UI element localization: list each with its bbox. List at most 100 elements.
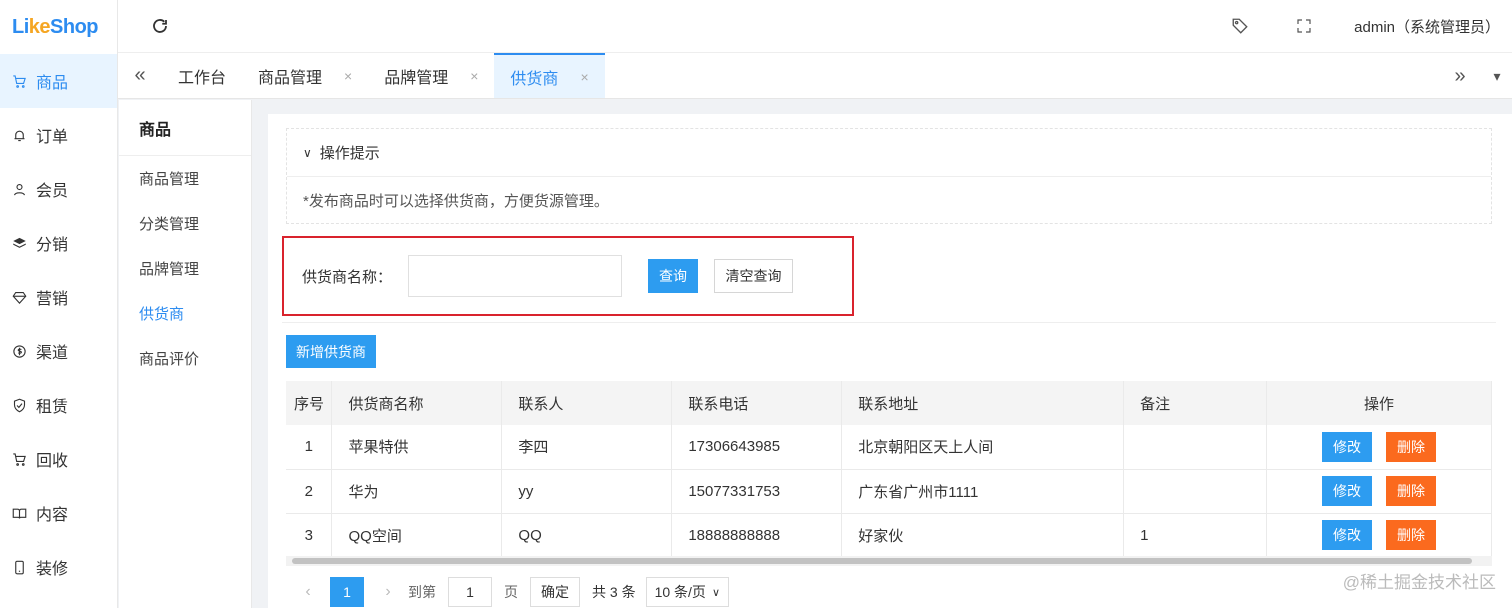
edit-button[interactable]: 修改 — [1322, 520, 1373, 550]
cell-phone: 15077331753 — [671, 469, 843, 514]
tips-text: *发布商品时可以选择供货商，方便货源管理。 — [303, 192, 609, 210]
table-row: 3 QQ空间 QQ 18888888888 好家伙 1 修改 删除 — [286, 513, 1492, 558]
table-row: 2 华为 yy 15077331753 广东省广州市1111 修改 删除 — [286, 469, 1492, 514]
watermark: @稀土掘金技术社区 — [1342, 573, 1496, 592]
cell-address: 好家伙 — [841, 513, 1125, 558]
close-icon[interactable]: × — [344, 68, 352, 84]
next-page-icon[interactable]: › — [378, 583, 398, 601]
sub-sidebar: 商品 商品管理 分类管理 品牌管理 供货商 商品评价 — [119, 100, 252, 608]
scrollbar-thumb[interactable] — [292, 558, 1472, 564]
delete-button[interactable]: 删除 — [1386, 476, 1437, 506]
table-header-row: 序号 供货商名称 联系人 联系电话 联系地址 备注 操作 — [286, 381, 1492, 425]
tab-3[interactable]: 供货商 × — [494, 53, 605, 98]
tab-2[interactable]: 品牌管理 × — [368, 53, 494, 98]
goto-confirm-button[interactable]: 确定 — [530, 577, 580, 607]
scroll-right-icon[interactable]: » — [1438, 65, 1482, 88]
page-unit-label: 页 — [504, 584, 518, 600]
tips-title: 操作提示 — [319, 145, 380, 162]
top-bar: admin（系统管理员） — [118, 0, 1512, 52]
subnav-item-3[interactable]: 供货商 — [119, 291, 251, 336]
horizontal-scrollbar[interactable] — [286, 556, 1492, 566]
chevron-down-icon[interactable]: ▾ — [1482, 68, 1512, 85]
app-logo[interactable]: Li ke Shop — [0, 0, 117, 54]
nav-item-4[interactable]: 营销 — [0, 270, 117, 324]
layers-icon — [10, 234, 28, 252]
delete-button[interactable]: 删除 — [1386, 431, 1437, 462]
delete-button[interactable]: 删除 — [1386, 520, 1437, 550]
diamond-icon — [10, 288, 28, 306]
refresh-icon[interactable] — [150, 16, 170, 36]
prev-page-icon[interactable]: ‹ — [298, 583, 318, 601]
close-icon[interactable]: × — [470, 68, 478, 84]
page-size-select[interactable]: 10 条/页 ∨ — [645, 577, 729, 607]
add-supplier-button[interactable]: 新增供货商 — [286, 335, 376, 368]
nav-item-label: 回收 — [36, 453, 69, 470]
tips-header[interactable]: ∨ 操作提示 — [287, 129, 1491, 177]
user-menu[interactable]: admin（系统管理员） — [1354, 16, 1500, 37]
cell-actions: 修改 删除 — [1266, 513, 1492, 558]
nav-item-9[interactable]: 装修 — [0, 540, 117, 594]
nav-item-label: 订单 — [36, 129, 69, 146]
nav-item-label: 内容 — [36, 507, 69, 524]
nav-item-1[interactable]: 订单 — [0, 108, 117, 162]
shield-icon — [10, 396, 28, 414]
cart-icon — [10, 72, 28, 90]
column-header: 操作 — [1266, 381, 1492, 425]
cell-address: 北京朝阳区天上人间 — [841, 425, 1125, 470]
nav-item-2[interactable]: 会员 — [0, 162, 117, 216]
coin-icon — [10, 342, 28, 360]
subnav-item-4[interactable]: 商品评价 — [119, 336, 251, 381]
subnav-item-1[interactable]: 分类管理 — [119, 201, 251, 246]
subnav-item-2[interactable]: 品牌管理 — [119, 246, 251, 291]
column-header: 联系电话 — [671, 381, 843, 425]
nav-item-3[interactable]: 分销 — [0, 216, 117, 270]
tab-0[interactable]: 工作台 — [162, 53, 242, 98]
query-button[interactable]: 查询 — [648, 259, 699, 293]
tab-1[interactable]: 商品管理 × — [242, 53, 368, 98]
nav-item-6[interactable]: 租赁 — [0, 378, 117, 432]
cell-contact: 李四 — [501, 425, 673, 470]
page-number-current[interactable]: 1 — [330, 577, 364, 607]
cell-phone: 18888888888 — [671, 513, 843, 558]
supplier-table: 序号 供货商名称 联系人 联系电话 联系地址 备注 操作 1 苹果特供 李四 1730664398… — [286, 381, 1492, 558]
fullscreen-icon[interactable] — [1294, 16, 1314, 36]
subnav-item-0[interactable]: 商品管理 — [119, 156, 251, 201]
main-content: ∨ 操作提示 *发布商品时可以选择供货商，方便货源管理。 供货商名称： 查询 清空… — [268, 114, 1512, 608]
nav-item-7[interactable]: 回收 — [0, 432, 117, 486]
cell-name: 华为 — [331, 469, 503, 514]
close-icon[interactable]: × — [580, 69, 588, 85]
cell-name: QQ空间 — [331, 513, 503, 558]
edit-button[interactable]: 修改 — [1322, 431, 1373, 462]
cell-note: 1 — [1123, 513, 1268, 558]
sub-sidebar-title: 商品 — [119, 100, 251, 156]
column-header: 联系人 — [501, 381, 673, 425]
cell-contact: yy — [501, 469, 673, 514]
edit-button[interactable]: 修改 — [1322, 476, 1373, 506]
cell-contact: QQ — [501, 513, 673, 558]
cell-actions: 修改 删除 — [1266, 425, 1492, 470]
nav-item-label: 租赁 — [36, 399, 69, 416]
nav-item-5[interactable]: 渠道 — [0, 324, 117, 378]
book-icon — [10, 504, 28, 522]
tag-icon[interactable] — [1230, 16, 1250, 36]
collapse-left-icon[interactable]: « — [118, 53, 162, 98]
divider — [282, 322, 1496, 323]
clear-query-button[interactable]: 清空查询 — [714, 259, 794, 293]
supplier-name-input[interactable] — [408, 255, 623, 297]
column-header: 供货商名称 — [331, 381, 503, 425]
search-form: 供货商名称： 查询 清空查询 — [282, 236, 854, 316]
table-row: 1 苹果特供 李四 17306643985 北京朝阳区天上人间 修改 删除 — [286, 425, 1492, 470]
search-label: 供货商名称： — [302, 268, 393, 286]
chevron-down-icon: ∨ — [303, 145, 312, 160]
cell-no: 3 — [286, 513, 333, 558]
page-size-value: 10 条/页 — [654, 584, 706, 600]
nav-item-label: 分销 — [36, 237, 69, 254]
tab-label: 工作台 — [178, 69, 227, 87]
goto-page-input[interactable]: 1 — [448, 577, 492, 607]
nav-item-0[interactable]: 商品 — [0, 54, 117, 108]
column-header: 序号 — [286, 381, 333, 425]
cell-address: 广东省广州市1111 — [841, 469, 1125, 514]
nav-item-8[interactable]: 内容 — [0, 486, 117, 540]
cell-no: 2 — [286, 469, 333, 514]
column-header: 备注 — [1123, 381, 1268, 425]
